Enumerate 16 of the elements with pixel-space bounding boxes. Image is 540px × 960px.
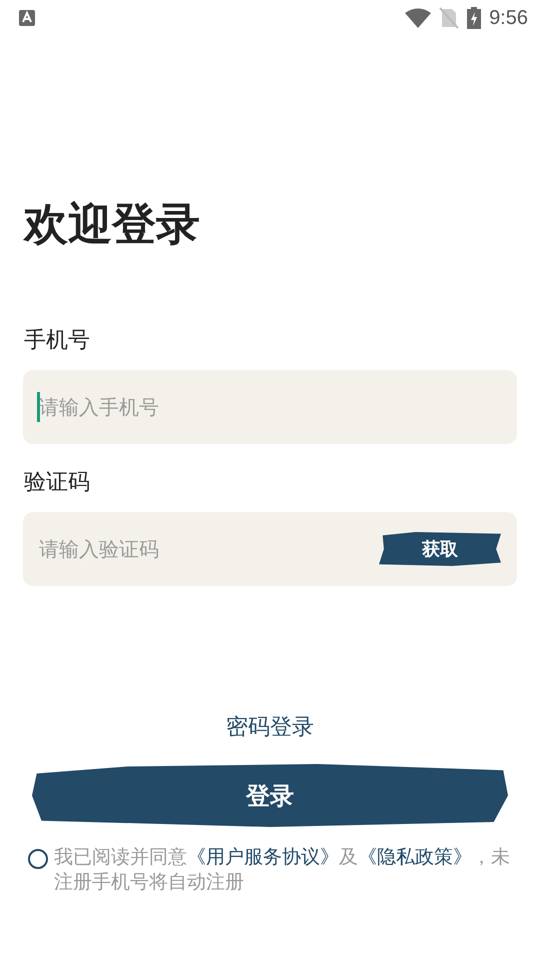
page-title: 欢迎登录 (24, 198, 201, 252)
agreement-text: 我已阅读并同意《用户服务协议》及《隐私政策》，未注册手机号将自动注册 (54, 845, 510, 895)
agreement-link[interactable]: 《隐私政策》 (358, 846, 472, 868)
login-button[interactable]: 登录 (32, 764, 508, 827)
field-label: 手机号 (24, 327, 91, 355)
field-label: 验证码 (24, 469, 91, 497)
agreement-link[interactable]: 《用户服务协议》 (187, 846, 339, 868)
wifi-icon (405, 8, 432, 28)
password-login-link[interactable]: 密码登录 (226, 712, 314, 742)
get-code-button[interactable]: 获取 (379, 532, 501, 566)
clock-time: 9:56 (489, 6, 528, 30)
input-field[interactable]: 请输入手机号 (23, 370, 517, 444)
battery-charging-icon (467, 7, 482, 29)
agreement-checkbox[interactable] (28, 849, 48, 869)
no-sim-icon (439, 7, 460, 29)
keyboard-icon (19, 10, 35, 26)
